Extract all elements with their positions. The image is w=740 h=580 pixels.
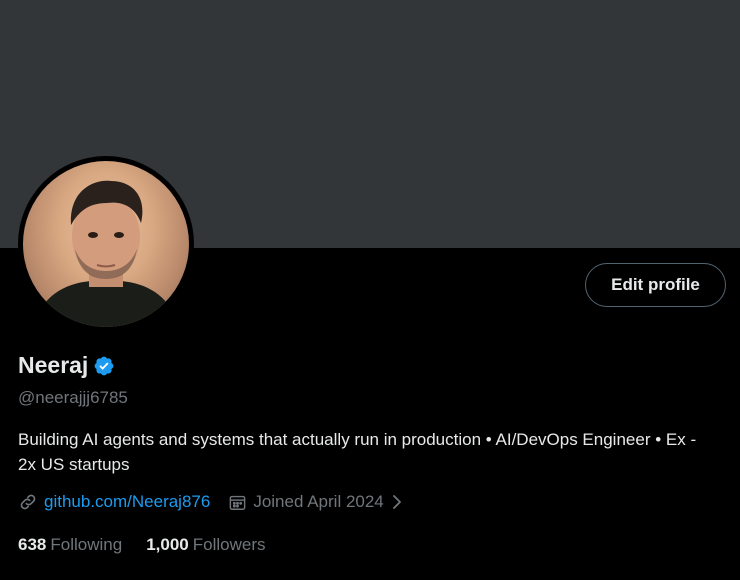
avatar[interactable] (23, 161, 189, 327)
calendar-icon (228, 493, 247, 512)
link-icon (18, 492, 38, 512)
name-row: Neeraj (18, 352, 115, 379)
following-stat[interactable]: 638 Following (18, 535, 122, 555)
followers-label: Followers (192, 535, 266, 554)
following-label: Following (50, 535, 123, 554)
profile-meta: github.com/Neeraj876 Joined April 2024 (18, 492, 404, 512)
joined-date[interactable]: Joined April 2024 (228, 492, 403, 512)
profile-page: Edit profile Neeraj @neerajjj6785 Buildi… (0, 0, 740, 580)
following-count: 638 (18, 535, 47, 554)
github-link[interactable]: github.com/Neeraj876 (44, 492, 210, 512)
followers-stat[interactable]: 1,000 Followers (146, 535, 265, 555)
profile-stats: 638 Following 1,000 Followers (18, 535, 265, 555)
profile-bio: Building AI agents and systems that actu… (18, 430, 697, 474)
joined-label: Joined April 2024 (253, 492, 384, 511)
chevron-right-icon (390, 493, 404, 511)
profile-link[interactable]: github.com/Neeraj876 (18, 492, 210, 512)
followers-count: 1,000 (146, 535, 189, 554)
user-handle: @neerajjj6785 (18, 388, 128, 407)
verified-badge-icon[interactable] (93, 355, 115, 377)
avatar-photo (33, 180, 179, 327)
avatar-ring (18, 156, 194, 332)
display-name: Neeraj (18, 352, 89, 378)
edit-profile-button[interactable]: Edit profile (585, 263, 726, 307)
